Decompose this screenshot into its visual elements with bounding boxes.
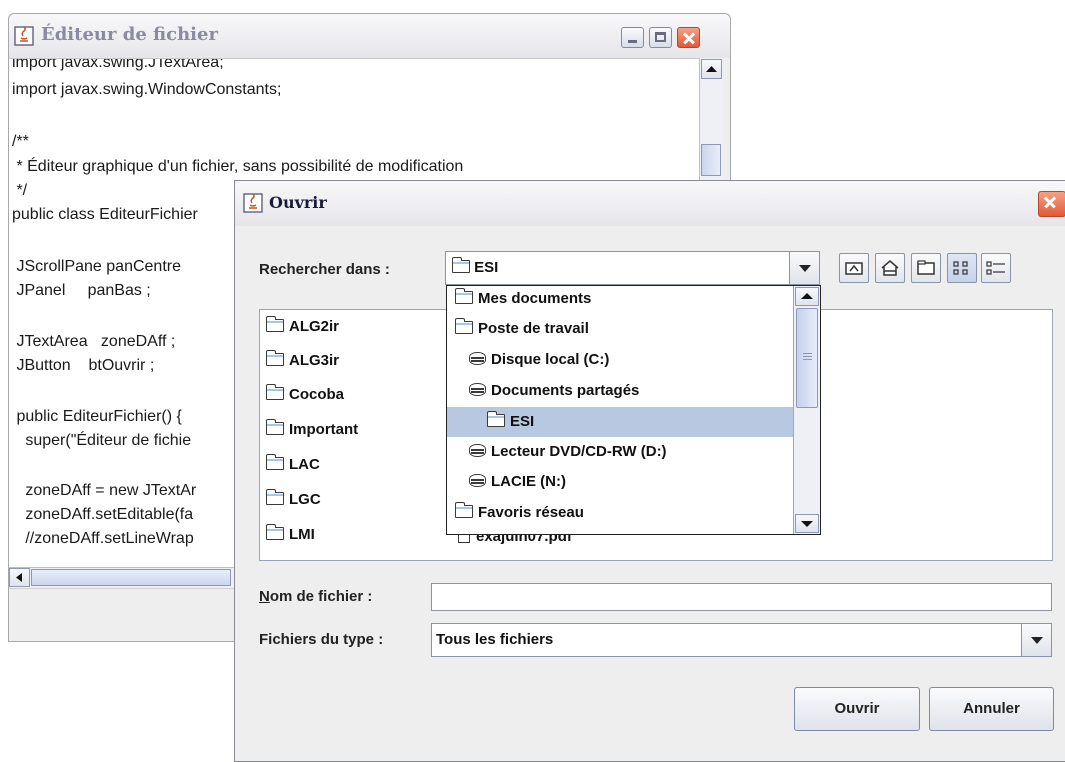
list-item[interactable]: ALG2ir	[265, 316, 339, 340]
minimize-button[interactable]	[621, 27, 644, 48]
folder-icon	[265, 350, 284, 366]
list-item[interactable]: LMI	[265, 524, 315, 548]
disk-icon	[469, 444, 486, 457]
dropdown-item[interactable]: LACIE (N:)	[447, 467, 814, 497]
list-view-icon	[953, 261, 968, 275]
up-one-level-icon	[845, 262, 863, 275]
look-in-dropdown[interactable]: Mes documents Poste de travail Disque lo…	[446, 285, 821, 535]
code-line: public EditeurFichier() {	[12, 408, 182, 425]
details-view-icon	[986, 261, 1005, 275]
list-item[interactable]: Important	[265, 419, 358, 443]
open-button[interactable]: Ouvrir	[794, 687, 920, 731]
code-line: //zoneDAff.setLineWrap	[12, 530, 194, 547]
folder-icon	[454, 502, 473, 518]
up-one-level-button[interactable]	[839, 253, 869, 283]
code-line: super("Éditeur de fichie	[12, 432, 192, 449]
code-line: JScrollPane panCentre	[12, 258, 181, 275]
arrow-up-icon	[706, 66, 717, 72]
folder-icon	[454, 288, 473, 304]
home-icon	[881, 260, 899, 276]
dropdown-item[interactable]: Documents partagés	[447, 376, 814, 406]
dialog-close-button[interactable]	[1038, 191, 1065, 217]
scroll-thumb[interactable]	[701, 144, 721, 176]
file-name-input[interactable]	[431, 583, 1052, 611]
file-name-label-text: om de fichier :	[269, 588, 373, 605]
scroll-down-button[interactable]	[795, 514, 819, 533]
chevron-down-icon[interactable]	[789, 252, 819, 284]
editor-titlebar[interactable]: Éditeur de fichier	[9, 14, 730, 58]
file-type-label: Fichiers du type :	[259, 631, 384, 648]
dropdown-item[interactable]: Favoris réseau	[447, 498, 800, 528]
code-line: JTextArea zoneDAff ;	[12, 333, 176, 350]
folder-icon	[454, 318, 473, 334]
look-in-combo[interactable]: ESI	[445, 251, 820, 285]
look-in-label: Rechercher dans :	[259, 261, 390, 278]
code-line: /**	[12, 133, 29, 150]
code-line: * Éditeur graphique d'un fichier, sans p…	[12, 158, 464, 175]
scroll-thumb[interactable]	[31, 569, 231, 586]
dialog-title: Ouvrir	[269, 193, 327, 212]
disk-icon	[469, 352, 486, 365]
arrow-left-icon	[16, 573, 22, 582]
arrow-down-icon	[801, 521, 813, 527]
scroll-up-button[interactable]	[795, 287, 819, 306]
maximize-button[interactable]	[649, 27, 672, 48]
folder-icon	[265, 419, 284, 435]
folder-icon	[486, 411, 505, 427]
dialog-titlebar[interactable]: Ouvrir	[235, 181, 1065, 226]
list-item[interactable]: LGC	[265, 489, 321, 513]
folder-icon	[265, 384, 284, 400]
folder-icon	[265, 524, 284, 540]
file-type-combo[interactable]: Tous les fichiers	[431, 623, 1052, 657]
scroll-left-button[interactable]	[9, 568, 30, 587]
new-folder-icon	[917, 260, 935, 275]
code-line: */	[12, 182, 28, 199]
code-line: import javax.swing.WindowConstants;	[12, 81, 282, 98]
close-button[interactable]	[677, 27, 700, 48]
code-line: zoneDAff = new JTextAr	[12, 482, 197, 499]
file-type-value: Tous les fichiers	[436, 631, 554, 648]
code-line: JPanel panBas ;	[12, 282, 151, 299]
folder-icon	[265, 454, 284, 470]
scroll-up-button[interactable]	[701, 59, 722, 79]
scroll-thumb[interactable]	[796, 308, 818, 408]
file-name-label: Nom de fichier :	[259, 588, 372, 605]
list-item[interactable]: Cocoba	[265, 384, 344, 408]
look-in-value: ESI	[474, 259, 499, 276]
java-app-icon	[243, 193, 263, 213]
dropdown-item[interactable]: Poste de travail	[447, 314, 800, 344]
mnemonic-letter: N	[259, 588, 270, 605]
dropdown-scrollbar[interactable]	[793, 286, 820, 534]
code-line: JButton btOuvrir ;	[12, 357, 155, 374]
dropdown-item[interactable]: Lecteur DVD/CD-RW (D:)	[447, 437, 814, 467]
code-line: zoneDAff.setEditable(fa	[12, 506, 194, 523]
dropdown-item[interactable]: Mes documents	[447, 286, 800, 314]
open-dialog: Ouvrir Rechercher dans : ESI ALG2ir ALG3…	[234, 180, 1065, 762]
dropdown-item-selected[interactable]: ESI	[447, 407, 820, 437]
cancel-button[interactable]: Annuler	[929, 687, 1054, 731]
disk-icon	[469, 383, 486, 396]
home-button[interactable]	[875, 253, 905, 283]
code-line: public class EditeurFichier	[12, 206, 198, 223]
editor-title: Éditeur de fichier	[41, 24, 218, 45]
list-view-button[interactable]	[947, 253, 977, 283]
details-view-button[interactable]	[981, 253, 1011, 283]
folder-icon	[265, 489, 284, 505]
chevron-down-icon[interactable]	[1021, 624, 1051, 656]
java-app-icon	[14, 26, 34, 46]
list-item[interactable]: LAC	[265, 454, 320, 478]
new-folder-button[interactable]	[911, 253, 941, 283]
folder-icon	[451, 257, 470, 273]
disk-icon	[469, 474, 486, 487]
list-item[interactable]: ALG3ir	[265, 350, 339, 374]
dropdown-item[interactable]: Disque local (C:)	[447, 345, 814, 375]
arrow-up-icon	[801, 293, 813, 299]
folder-icon	[265, 316, 284, 332]
code-line: import javax.swing.JTextArea;	[12, 58, 224, 71]
